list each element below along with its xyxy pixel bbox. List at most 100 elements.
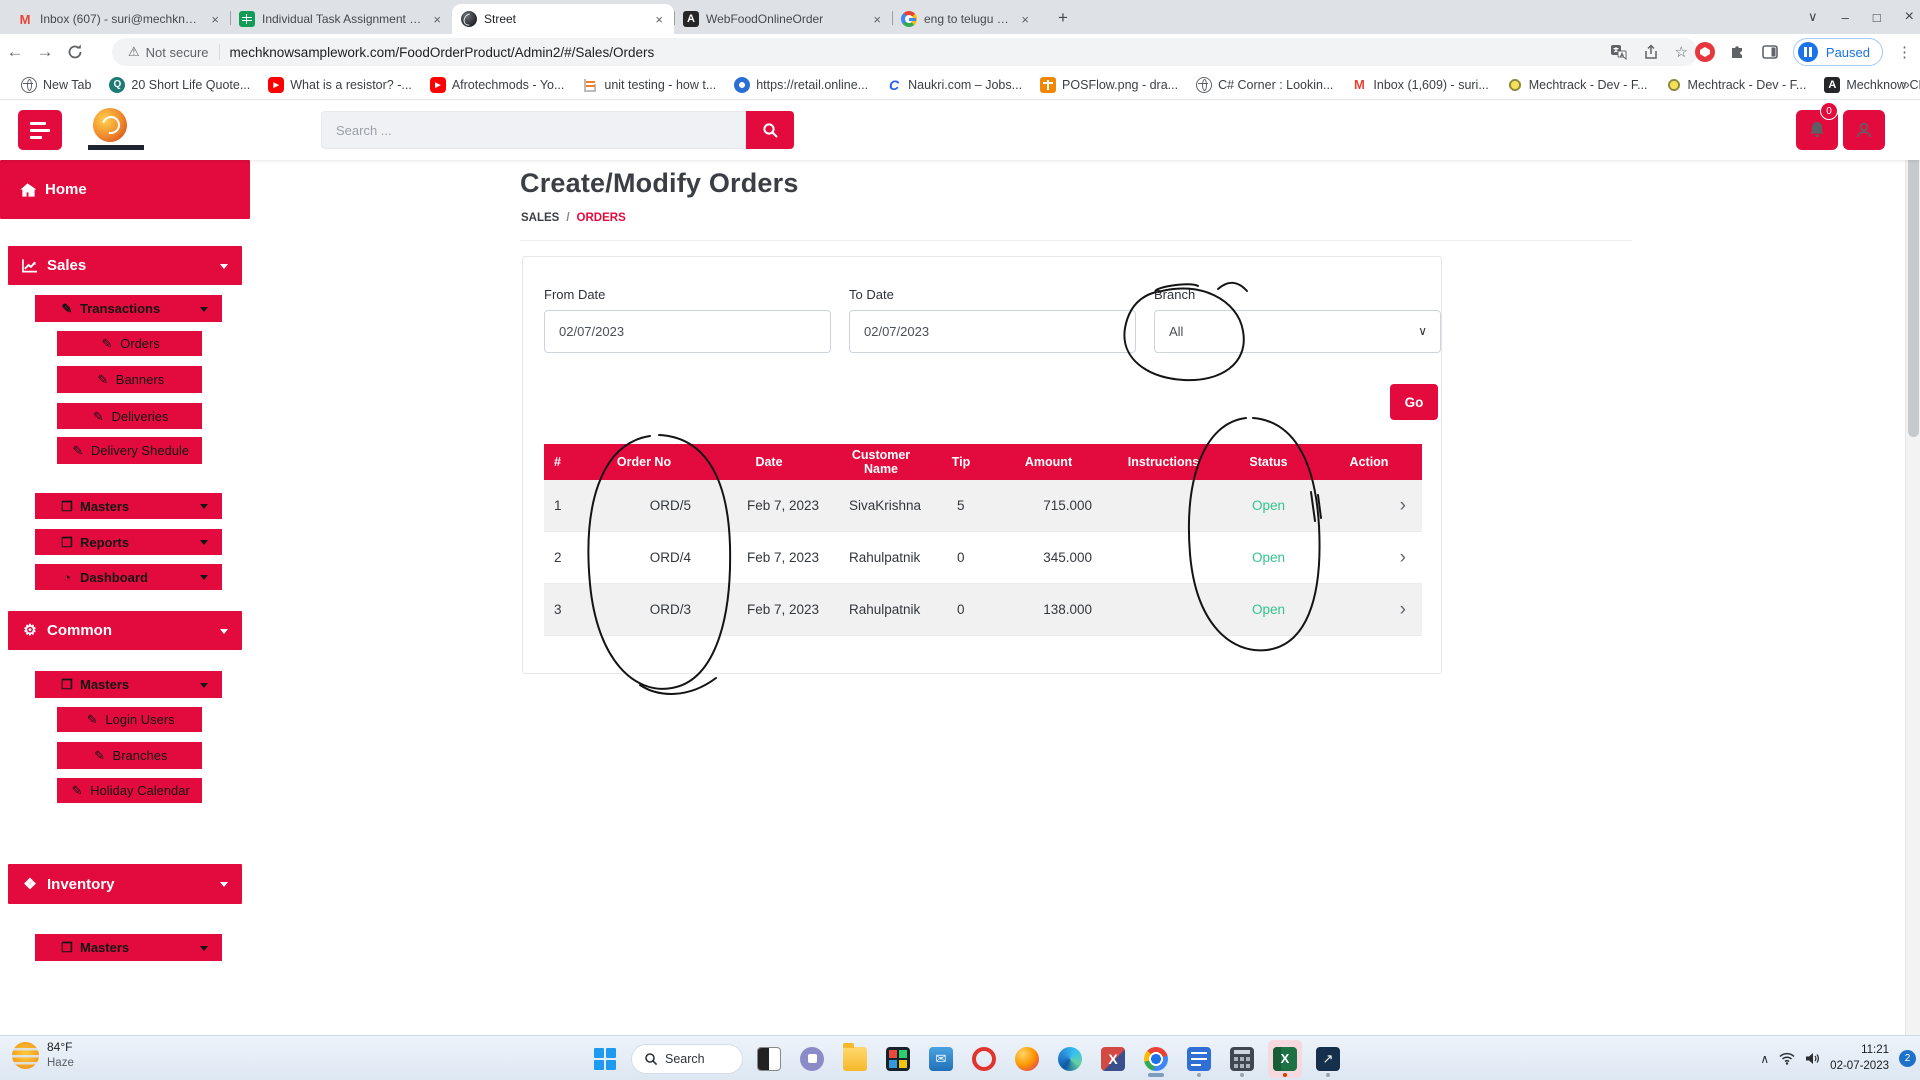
sidebar-item-holiday-calendar[interactable]: ✎ Holiday Calendar (57, 778, 202, 803)
branch-select[interactable]: All ∨ (1154, 310, 1441, 353)
sidebar-item-deliveries[interactable]: ✎ Deliveries (57, 403, 202, 429)
taskbar-file-explorer[interactable] (838, 1040, 872, 1078)
bookmark-naukri[interactable]: CNaukri.com – Jobs... (877, 77, 1031, 93)
taskbar-chrome-active[interactable] (1139, 1040, 1173, 1078)
scrollbar-thumb[interactable] (1908, 117, 1919, 437)
profile-sync-paused-button[interactable]: Paused (1793, 38, 1883, 66)
bookmark-star-icon[interactable]: ☆ (1675, 43, 1688, 61)
files-icon: ❐ (59, 678, 75, 691)
speaker-icon[interactable] (1805, 1052, 1820, 1065)
minimize-button[interactable]: – (1842, 10, 1849, 25)
taskbar-store[interactable] (881, 1040, 915, 1078)
taskbar-excel[interactable]: X (1268, 1040, 1302, 1078)
bookmark-gmail-inbox[interactable]: MInbox (1,609) - suri... (1342, 77, 1497, 93)
taskbar-snip-tool[interactable]: ↗ (1311, 1040, 1345, 1078)
bookmark-afrotechmods[interactable]: ▶Afrotechmods - Yo... (421, 77, 574, 93)
bookmark-mechtrack-2[interactable]: Mechtrack - Dev - F... (1657, 77, 1816, 93)
translate-icon[interactable] (1610, 44, 1627, 61)
bookmark-posflow[interactable]: POSFlow.png - dra... (1031, 77, 1187, 93)
taskbar-edge[interactable] (1053, 1040, 1087, 1078)
sidebar-item-login-users[interactable]: ✎ Login Users (57, 707, 202, 732)
tab-sheets[interactable]: Individual Task Assignment - Goo × (230, 4, 452, 34)
row-expand-chevron-icon[interactable]: › (1316, 599, 1422, 621)
wifi-icon[interactable] (1779, 1052, 1795, 1065)
sidebar-item-common[interactable]: ⚙ Common (8, 611, 242, 650)
browser-menu-kebab-icon[interactable]: ⋮ (1897, 43, 1912, 61)
omnibox[interactable]: ⚠ Not secure mechknowsamplework.com/Food… (112, 38, 1698, 66)
table-row[interactable]: 3 ORD/3 Feb 7, 2023 Rahulpatnik 0 138.00… (544, 584, 1422, 636)
share-icon[interactable] (1643, 44, 1659, 60)
taskbar-mail[interactable]: ✉ (924, 1040, 958, 1078)
bookmark-csharp-corner[interactable]: C# Corner : Lookin... (1187, 77, 1342, 93)
sidebar-item-masters-common[interactable]: ❐ Masters (35, 671, 222, 698)
taskbar-notepad[interactable] (1182, 1040, 1216, 1078)
notification-center-badge[interactable]: 2 (1899, 1050, 1916, 1067)
sidebar-item-banners[interactable]: ✎ Banners (57, 366, 202, 393)
row-expand-chevron-icon[interactable]: › (1316, 547, 1422, 569)
maximize-button[interactable]: □ (1873, 10, 1881, 25)
tab-close-icon[interactable]: × (431, 12, 443, 27)
tab-webfoodonlineorder[interactable]: A WebFoodOnlineOrder × (674, 4, 892, 34)
bookmark-unit-testing[interactable]: unit testing - how t... (573, 77, 725, 93)
security-label[interactable]: Not secure (146, 45, 209, 60)
adblock-extension-icon[interactable] (1695, 42, 1715, 62)
sidebar-item-inventory[interactable]: ❖ Inventory (8, 864, 242, 904)
close-button[interactable]: × (1905, 8, 1914, 26)
bookmark-retail-online[interactable]: https://retail.online... (725, 77, 877, 93)
taskbar-calculator[interactable] (1225, 1040, 1259, 1078)
new-tab-button[interactable]: + (1052, 8, 1074, 28)
breadcrumb-parent[interactable]: SALES (521, 212, 559, 224)
sidebar-item-reports[interactable]: ❐ Reports (35, 529, 222, 555)
hidden-icons-chevron-icon[interactable]: ∧ (1760, 1052, 1769, 1066)
bookmark-new-tab[interactable]: New Tab (12, 77, 100, 93)
sidebar-item-transactions[interactable]: ✎ Transactions (35, 295, 222, 322)
taskbar-app-window[interactable] (752, 1040, 786, 1078)
tab-close-icon[interactable]: × (871, 12, 883, 27)
bookmark-resistor-video[interactable]: ▶What is a resistor? -... (259, 77, 421, 93)
sidebar-item-masters-inventory[interactable]: ❐ Masters (35, 934, 222, 961)
table-row[interactable]: 2 ORD/4 Feb 7, 2023 Rahulpatnik 0 345.00… (544, 532, 1422, 584)
tab-close-icon[interactable]: × (1019, 12, 1031, 27)
sidebar-item-home[interactable]: Home (0, 160, 250, 219)
bookmark-mechtrack-1[interactable]: Mechtrack - Dev - F... (1498, 77, 1657, 93)
reload-button[interactable] (66, 43, 84, 61)
extensions-puzzle-icon[interactable] (1729, 43, 1747, 61)
go-button[interactable]: Go (1390, 384, 1438, 420)
taskbar-search[interactable]: Search (631, 1044, 743, 1074)
side-panel-icon[interactable] (1761, 43, 1779, 61)
bookmarks-overflow-icon[interactable]: » (1902, 76, 1910, 93)
app-logo[interactable] (88, 108, 132, 152)
tab-close-icon[interactable]: × (209, 12, 221, 27)
sidebar-item-delivery-schedule[interactable]: ✎ Delivery Shedule (57, 437, 202, 464)
start-button[interactable] (588, 1040, 622, 1078)
row-expand-chevron-icon[interactable]: › (1316, 495, 1422, 517)
table-row[interactable]: 1 ORD/5 Feb 7, 2023 SivaKrishna 5 715.00… (544, 480, 1422, 532)
tab-google-search[interactable]: eng to telugu - Google Search × (892, 4, 1040, 34)
back-button[interactable]: ← (0, 42, 30, 62)
tab-close-icon[interactable]: × (653, 12, 665, 27)
tab-gmail[interactable]: M Inbox (607) - suri@mechknowsof × (8, 4, 230, 34)
taskbar-weather-widget[interactable]: 84°F Haze (12, 1040, 74, 1071)
app-search-input[interactable] (321, 111, 746, 149)
sidebar-item-orders[interactable]: ✎ Orders (57, 331, 202, 356)
taskbar-teams[interactable] (795, 1040, 829, 1078)
to-date-input[interactable]: 02/07/2023 (849, 310, 1136, 353)
sidebar-item-branches[interactable]: ✎ Branches (57, 742, 202, 769)
taskbar-opera[interactable] (967, 1040, 1001, 1078)
taskbar-clock[interactable]: 11:21 02-07-2023 (1830, 1043, 1889, 1074)
tab-street-active[interactable]: Street × (452, 4, 674, 34)
bookmark-quotes[interactable]: Q20 Short Life Quote... (100, 77, 259, 93)
tab-search-icon[interactable]: ∨ (1808, 9, 1818, 25)
sidebar-item-masters-sales[interactable]: ❐ Masters (35, 493, 222, 519)
sidebar-item-dashboard[interactable]: ◔ Dashboard (35, 564, 222, 590)
taskbar-firefox[interactable] (1010, 1040, 1044, 1078)
app-search-button[interactable] (746, 111, 794, 149)
page-scrollbar[interactable]: ▲ (1905, 100, 1920, 1035)
sidebar-toggle-hamburger-icon[interactable] (18, 110, 62, 150)
taskbar-photo-editor[interactable]: X (1096, 1040, 1130, 1078)
forward-button[interactable]: → (30, 42, 60, 62)
sidebar-item-sales[interactable]: Sales (8, 246, 242, 285)
from-date-input[interactable]: 02/07/2023 (544, 310, 831, 353)
url-text[interactable]: mechknowsamplework.com/FoodOrderProduct/… (230, 45, 1600, 60)
user-profile-button[interactable] (1843, 110, 1885, 150)
